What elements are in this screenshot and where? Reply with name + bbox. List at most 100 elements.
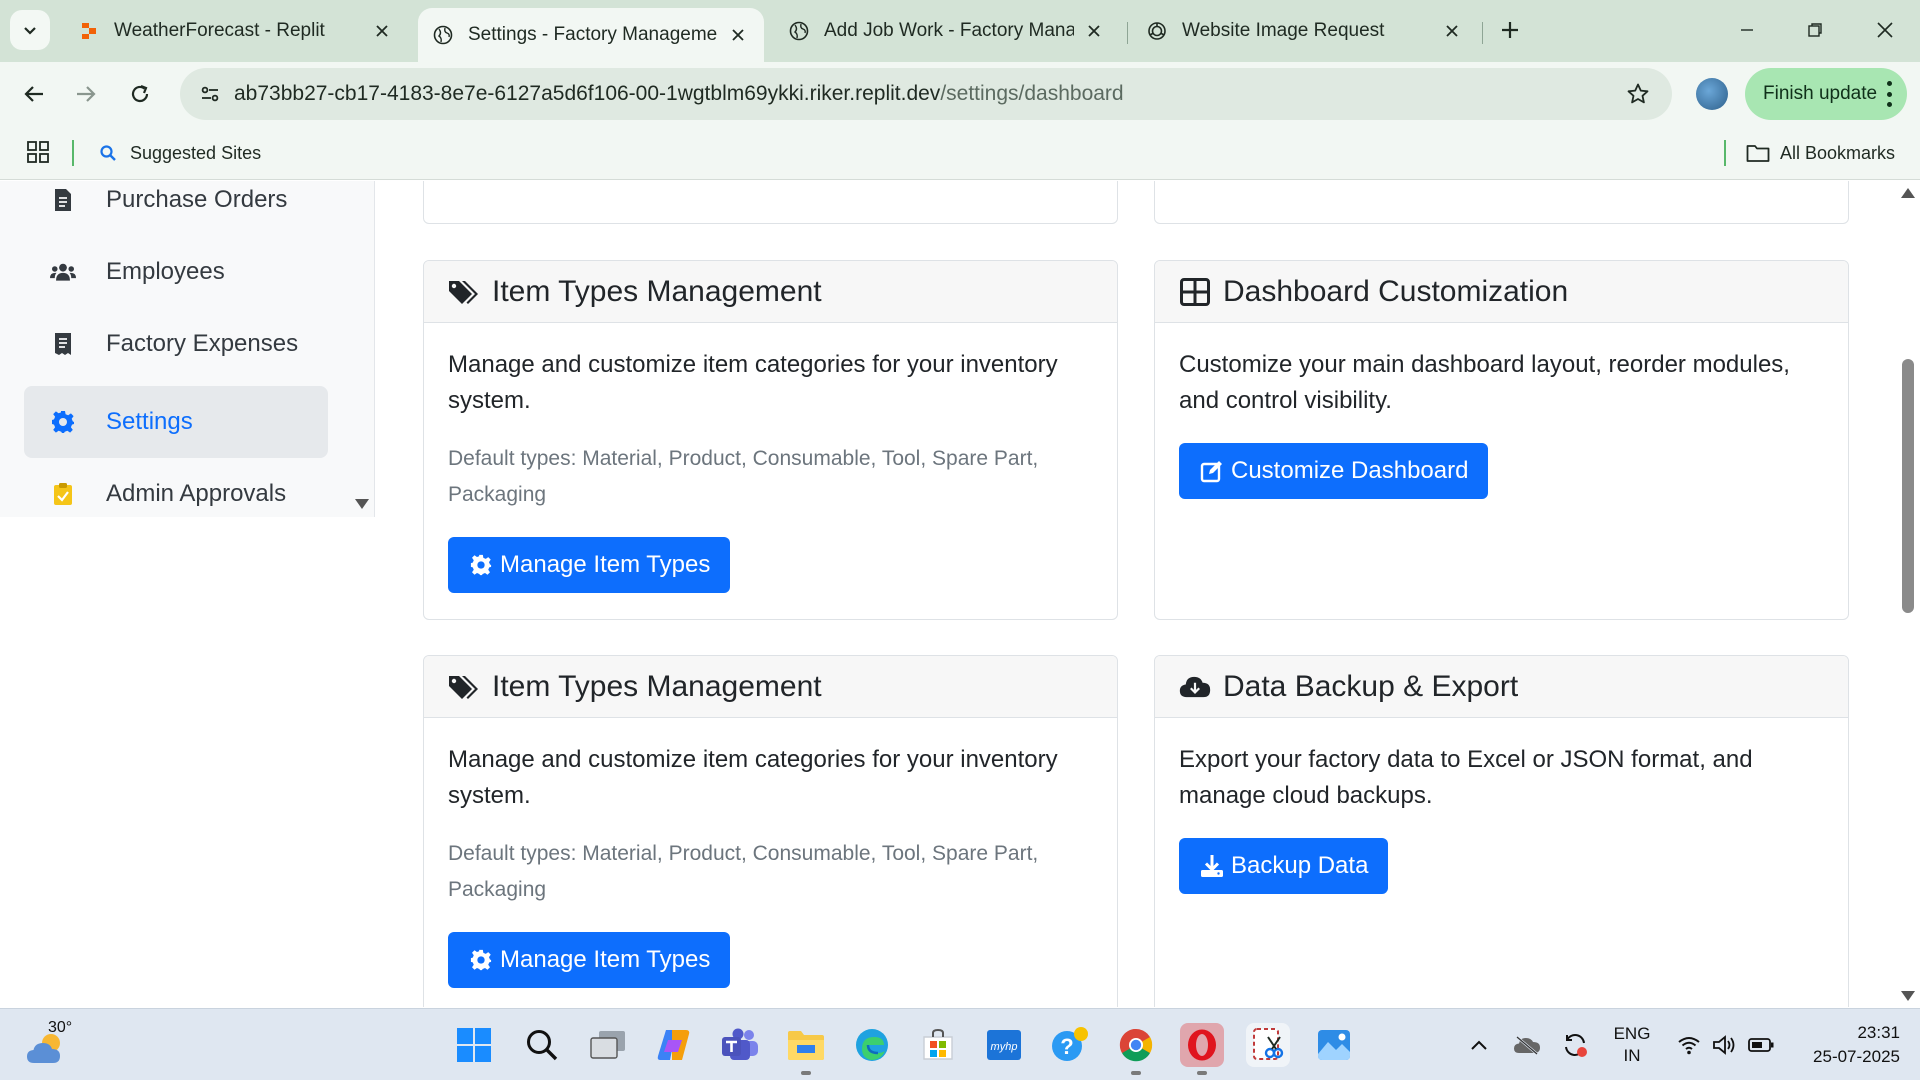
close-icon[interactable] bbox=[1082, 19, 1106, 43]
reload-button[interactable] bbox=[120, 74, 160, 114]
globe-icon bbox=[788, 20, 810, 42]
language-region: IN bbox=[1623, 1046, 1641, 1065]
document-icon bbox=[50, 187, 76, 213]
svg-text:myhp: myhp bbox=[991, 1041, 1018, 1053]
browser-toolbar: ab73bb27-cb17-4183-8e7e-6127a5d6f106-00-… bbox=[0, 62, 1920, 126]
sidebar-item-purchase-orders[interactable]: Purchase Orders bbox=[24, 181, 328, 236]
card-description: Export your factory data to Excel or JSO… bbox=[1179, 746, 1753, 809]
microsoft-store[interactable] bbox=[916, 1023, 960, 1067]
tab-search-button[interactable] bbox=[10, 10, 50, 50]
sidebar-item-label: Admin Approvals bbox=[106, 480, 287, 507]
card-description: Customize your main dashboard layout, re… bbox=[1179, 351, 1790, 414]
card-data-backup-export: Data Backup & Export Export your factory… bbox=[1154, 655, 1849, 1007]
manage-item-types-button[interactable]: Manage Item Types bbox=[448, 537, 731, 593]
start-button[interactable] bbox=[452, 1023, 496, 1067]
back-button[interactable] bbox=[14, 74, 54, 114]
edge-browser[interactable] bbox=[850, 1023, 894, 1067]
weather-widget[interactable]: 30° bbox=[26, 1019, 86, 1071]
sidebar-item-employees[interactable]: Employees bbox=[24, 236, 328, 308]
bookmark-star-icon[interactable] bbox=[1622, 78, 1654, 110]
sidebar-item-label: Employees bbox=[106, 258, 225, 285]
search-icon bbox=[96, 141, 120, 165]
help-icon: ? bbox=[1052, 1027, 1088, 1061]
all-bookmarks-button[interactable]: All Bookmarks bbox=[1746, 138, 1895, 168]
volume-control[interactable] bbox=[1710, 1031, 1740, 1059]
system-clock[interactable]: 23:31 25-07-2025 bbox=[1790, 1021, 1900, 1069]
apps-grid-icon[interactable] bbox=[26, 140, 50, 164]
receipt-icon bbox=[50, 331, 76, 357]
battery-icon bbox=[1748, 1038, 1774, 1052]
myhp[interactable]: myhp bbox=[982, 1023, 1026, 1067]
customize-dashboard-button[interactable]: Customize Dashboard bbox=[1179, 443, 1489, 499]
tags-icon bbox=[448, 276, 480, 308]
opera-icon bbox=[1188, 1029, 1216, 1061]
close-window-button[interactable] bbox=[1862, 12, 1908, 48]
profile-avatar[interactable] bbox=[1696, 78, 1728, 110]
finish-update-label: Finish update bbox=[1763, 83, 1878, 104]
button-label: Backup Data bbox=[1231, 852, 1369, 879]
tags-icon bbox=[448, 671, 480, 703]
snipping-tool[interactable] bbox=[1246, 1023, 1290, 1067]
input-language[interactable]: ENG IN bbox=[1610, 1023, 1654, 1067]
scroll-down-icon[interactable] bbox=[1901, 991, 1915, 1001]
button-label: Manage Item Types bbox=[500, 551, 711, 578]
copilot[interactable] bbox=[652, 1023, 696, 1067]
sidebar-item-factory-expenses[interactable]: Factory Expenses bbox=[24, 308, 328, 380]
more-menu-icon[interactable] bbox=[1885, 81, 1893, 107]
card-title: Data Backup & Export bbox=[1223, 669, 1519, 703]
close-icon bbox=[1877, 22, 1893, 38]
plus-icon bbox=[1502, 22, 1518, 38]
battery-status[interactable] bbox=[1746, 1031, 1776, 1059]
sync-status[interactable] bbox=[1560, 1031, 1590, 1059]
backup-data-button[interactable]: Backup Data bbox=[1179, 838, 1389, 894]
chrome[interactable] bbox=[1114, 1023, 1158, 1075]
gear-icon bbox=[468, 552, 494, 578]
teams[interactable] bbox=[718, 1023, 762, 1067]
close-icon[interactable] bbox=[370, 19, 394, 43]
folder-icon bbox=[1746, 141, 1770, 165]
windows-icon bbox=[457, 1028, 491, 1062]
tab-settings-factory[interactable]: Settings - Factory Management bbox=[418, 8, 764, 62]
openai-icon bbox=[1146, 20, 1168, 42]
tab-separator bbox=[1127, 22, 1128, 44]
globe-icon bbox=[432, 24, 454, 46]
snipping-tool-icon bbox=[1253, 1028, 1284, 1060]
card-header: Dashboard Customization bbox=[1155, 261, 1848, 323]
onedrive-status[interactable] bbox=[1512, 1031, 1542, 1059]
close-icon[interactable] bbox=[726, 23, 750, 47]
scrollbar-thumb[interactable] bbox=[1902, 359, 1914, 613]
tab-website-image-request[interactable]: Website Image Request bbox=[1132, 8, 1478, 54]
manage-item-types-button[interactable]: Manage Item Types bbox=[448, 932, 731, 988]
scroll-up-icon[interactable] bbox=[1901, 188, 1915, 198]
get-help[interactable]: ? bbox=[1048, 1023, 1092, 1067]
new-tab-button[interactable] bbox=[1494, 14, 1526, 46]
bookmark-suggested-sites[interactable]: Suggested Sites bbox=[96, 138, 261, 168]
sync-icon bbox=[1565, 1034, 1587, 1057]
minimize-button[interactable] bbox=[1724, 12, 1770, 48]
address-bar[interactable]: ab73bb27-cb17-4183-8e7e-6127a5d6f106-00-… bbox=[180, 68, 1672, 120]
page-scrollbar[interactable] bbox=[1898, 181, 1920, 1007]
task-view[interactable] bbox=[586, 1023, 630, 1067]
sidebar-item-admin-approvals[interactable]: Admin Approvals bbox=[24, 458, 328, 530]
taskbar-search[interactable] bbox=[520, 1023, 564, 1067]
card-item-types-management: Item Types Management Manage and customi… bbox=[423, 260, 1118, 620]
tab-add-job-work[interactable]: Add Job Work - Factory Management bbox=[774, 8, 1120, 54]
url-text: ab73bb27-cb17-4183-8e7e-6127a5d6f106-00-… bbox=[234, 82, 1124, 106]
opera[interactable] bbox=[1180, 1023, 1224, 1075]
file-explorer[interactable] bbox=[784, 1023, 828, 1075]
sidebar-item-label: Factory Expenses bbox=[106, 330, 299, 357]
photos[interactable] bbox=[1312, 1023, 1356, 1067]
restore-button[interactable] bbox=[1792, 12, 1838, 48]
close-icon[interactable] bbox=[1440, 19, 1464, 43]
edit-icon bbox=[1199, 458, 1225, 484]
sidebar-scroll-down-icon[interactable] bbox=[355, 499, 369, 509]
card-default-types: Default types: Material, Product, Consum… bbox=[448, 447, 1039, 506]
url-path: /settings/dashboard bbox=[940, 82, 1124, 105]
forward-button[interactable] bbox=[66, 74, 106, 114]
site-info-icon[interactable] bbox=[190, 74, 230, 114]
network-status[interactable] bbox=[1674, 1031, 1704, 1059]
show-hidden-icons[interactable] bbox=[1468, 1031, 1490, 1059]
tab-weatherforecast[interactable]: WeatherForecast - Replit bbox=[64, 8, 408, 54]
finish-update-button[interactable]: Finish update bbox=[1745, 68, 1907, 120]
sidebar-item-settings[interactable]: Settings bbox=[24, 386, 328, 458]
